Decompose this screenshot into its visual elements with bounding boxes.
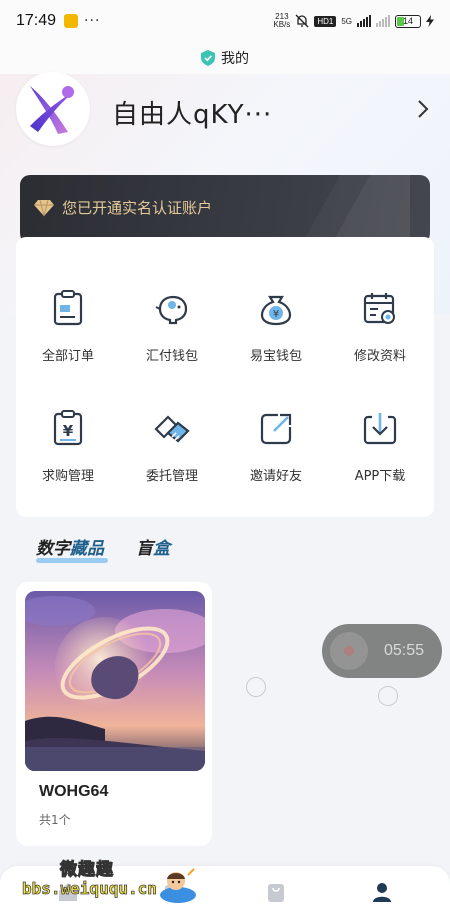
notification-app-icon [64, 14, 79, 28]
tab-digital-collections[interactable]: 数字藏品 [36, 534, 108, 563]
record-icon [330, 632, 368, 670]
purchase-icon: ¥ [53, 410, 83, 446]
menu-item-app-download[interactable]: APP下载 [328, 409, 432, 484]
network-speed: 213 KB/s [273, 12, 291, 29]
verified-label: 您已开通实名认证账户 [62, 199, 213, 217]
mascot-icon [160, 868, 196, 903]
profile-icon [373, 883, 391, 902]
menu-item-purchase-manage[interactable]: ¥ 求购管理 [16, 409, 120, 484]
menu-grid-card: 全部订单 汇付钱包 ¥ 易宝钱包 修改资料 ¥ 求购管理 委托管理 邀请好友 A… [16, 237, 434, 517]
shield-icon [201, 50, 215, 66]
avatar[interactable] [16, 72, 90, 146]
menu-label: 邀请好友 [249, 469, 302, 484]
svg-text:¥: ¥ [273, 309, 279, 320]
order-list-icon [53, 290, 83, 326]
more-notifications-icon: ··· [84, 13, 101, 29]
chevron-right-icon[interactable] [414, 98, 432, 120]
menu-label: 委托管理 [145, 469, 198, 484]
bell-muted-icon [295, 14, 309, 28]
svg-text:¥: ¥ [63, 422, 74, 440]
watermark-url: bbs.weiququ.cn [22, 879, 158, 899]
menu-item-entrust-manage[interactable]: 委托管理 [120, 409, 224, 484]
menu-item-yibao-wallet[interactable]: ¥ 易宝钱包 [224, 289, 328, 364]
status-time: 17:49 [16, 12, 57, 29]
title-bar: 我的 [0, 42, 450, 74]
menu-label: 易宝钱包 [249, 349, 302, 364]
tab-blind-box[interactable]: 盲盒 [136, 534, 170, 559]
username[interactable]: 自由人qKY··· [112, 94, 272, 131]
watermark-title: 微趣趣 [60, 860, 114, 881]
product-image [25, 591, 205, 771]
decorative-ring [246, 677, 266, 697]
money-bag-icon: ¥ [260, 295, 292, 326]
nav-item-shop[interactable] [246, 880, 306, 920]
signal-secondary-icon [376, 15, 390, 27]
watermark: 微趣趣 bbs.weiququ.cn [22, 855, 202, 911]
menu-label: APP下载 [354, 469, 406, 484]
decorative-ring [378, 686, 398, 706]
calendar-settings-icon [363, 293, 395, 324]
network-type: 5G [341, 16, 352, 26]
status-bar: 17:49 ··· 213 KB/s HD1 5G 14 [0, 0, 450, 42]
charging-icon [426, 15, 434, 27]
hd-badge: HD1 [314, 15, 337, 27]
menu-label: 全部订单 [41, 349, 94, 364]
battery-icon: 14 [395, 14, 421, 28]
menu-label: 汇付钱包 [145, 349, 198, 364]
menu-item-huifu-wallet[interactable]: 汇付钱包 [120, 289, 224, 364]
shopping-bag-icon [268, 884, 284, 902]
menu-item-invite-friends[interactable]: 邀请好友 [224, 409, 328, 484]
menu-label: 求购管理 [41, 469, 94, 484]
avatar-logo-icon [30, 86, 76, 134]
timer-text: 05:55 [384, 642, 425, 659]
nav-item-mine[interactable] [352, 880, 412, 920]
product-name: WOHG64 [39, 783, 109, 800]
menu-item-all-orders[interactable]: 全部订单 [16, 289, 120, 364]
menu-item-edit-profile[interactable]: 修改资料 [328, 289, 432, 364]
piggy-bank-icon [155, 295, 188, 325]
signal-icon [357, 15, 371, 27]
page-title: 我的 [221, 51, 249, 67]
product-card[interactable]: WOHG64 共1个 [16, 582, 212, 846]
floating-recording-timer[interactable]: 05:55 [322, 624, 442, 678]
menu-label: 修改资料 [353, 349, 406, 364]
collection-tabs: 数字藏品 盲盒 [36, 534, 170, 563]
product-count: 共1个 [39, 813, 71, 827]
diamond-icon [34, 199, 54, 217]
handshake-icon [154, 415, 190, 443]
share-icon [260, 413, 292, 445]
download-icon [363, 413, 397, 445]
